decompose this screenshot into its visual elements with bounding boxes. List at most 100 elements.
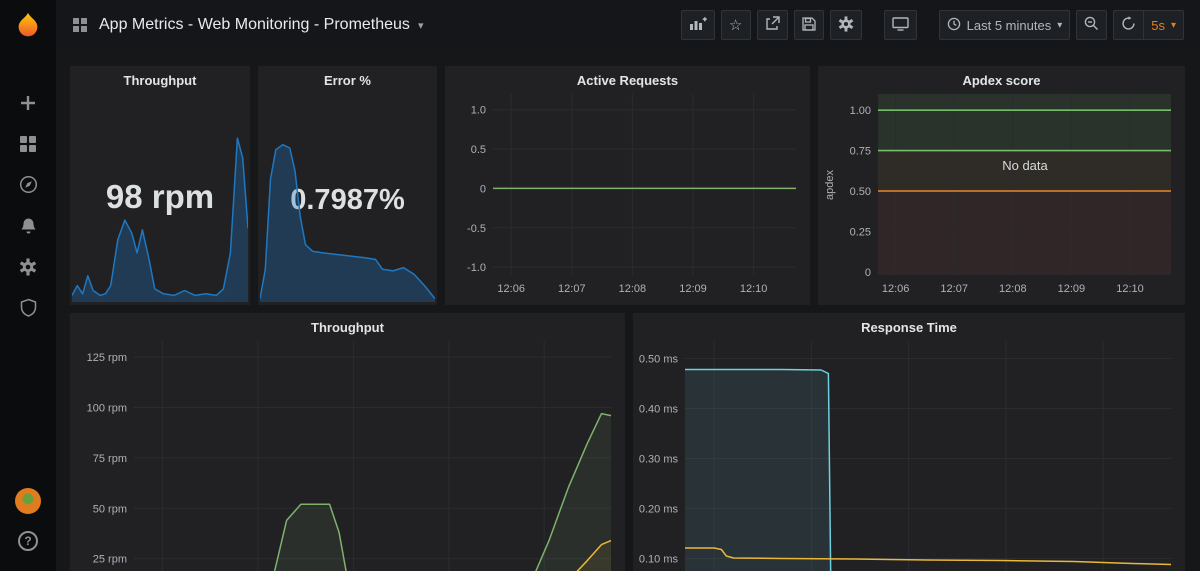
sidebar-item-server-admin[interactable] xyxy=(12,297,44,321)
svg-text:75 rpm: 75 rpm xyxy=(93,453,127,465)
svg-text:12:08: 12:08 xyxy=(999,283,1027,295)
help-button[interactable]: ? xyxy=(12,529,44,553)
panel-error-stat: Error % 0.7987% xyxy=(258,66,437,305)
svg-text:-1.0: -1.0 xyxy=(467,262,486,274)
svg-text:1.00: 1.00 xyxy=(850,105,871,117)
sidebar-menu xyxy=(12,92,44,321)
svg-text:0: 0 xyxy=(480,183,486,195)
sidebar-item-configuration[interactable] xyxy=(12,256,44,280)
grafana-app: ? App Metrics - Web Monitoring - Prometh… xyxy=(0,0,1200,571)
share-icon xyxy=(765,16,780,34)
svg-text:12:10: 12:10 xyxy=(740,283,768,295)
sidebar-item-alerting[interactable] xyxy=(12,215,44,239)
star-icon: ☆ xyxy=(728,16,743,34)
compass-icon xyxy=(19,175,38,197)
dashboard-grid: Throughput 98 rpm Error % 0.7987% Active… xyxy=(56,50,1200,571)
panel-title[interactable]: Response Time xyxy=(633,313,1185,341)
sidebar-bottom: ? xyxy=(12,488,44,571)
star-button[interactable]: ☆ xyxy=(720,10,751,40)
panel-title[interactable]: Error % xyxy=(258,66,437,94)
main-area: App Metrics - Web Monitoring - Prometheu… xyxy=(56,0,1200,571)
user-avatar-button[interactable] xyxy=(12,488,44,514)
svg-text:-0.5: -0.5 xyxy=(467,223,486,235)
refresh-interval-dropdown[interactable]: 5s ▾ xyxy=(1143,10,1184,40)
svg-text:125 rpm: 125 rpm xyxy=(87,352,127,364)
caret-down-icon: ▾ xyxy=(1170,19,1176,31)
panel-response-time: Response Time 0.50 ms 0.40 ms 0.30 ms 0.20 … xyxy=(633,313,1185,571)
grafana-logo[interactable] xyxy=(0,0,56,52)
active-requests-chart[interactable]: 1.0 0.5 0 -0.5 -1.0 12:06 12:07 12:08 12:09 12:10 xyxy=(449,94,806,305)
refresh-button-group: 5s ▾ xyxy=(1113,10,1184,40)
svg-text:0.40 ms: 0.40 ms xyxy=(639,404,679,416)
refresh-interval-label: 5s xyxy=(1151,17,1165,33)
dashboard-title[interactable]: App Metrics - Web Monitoring - Prometheu… xyxy=(99,16,410,34)
panel-title[interactable]: Throughput xyxy=(70,313,625,341)
apdex-chart[interactable]: 1.00 0.75 0.50 0.25 0 12:06 12:07 12:08 12:09 12:… xyxy=(822,94,1181,305)
svg-text:12:09: 12:09 xyxy=(679,283,707,295)
throughput-chart[interactable]: 125 rpm 100 rpm 75 rpm 50 rpm 25 rpm xyxy=(74,341,621,571)
panel-throughput-stat: Throughput 98 rpm xyxy=(70,66,250,305)
svg-text:0: 0 xyxy=(865,267,871,279)
sidebar-item-explore[interactable] xyxy=(12,174,44,198)
cycle-view-mode-button[interactable] xyxy=(883,10,917,40)
question-mark-icon: ? xyxy=(18,531,38,551)
svg-text:12:08: 12:08 xyxy=(619,283,647,295)
caret-down-icon: ▾ xyxy=(1057,19,1063,31)
gear-icon xyxy=(19,258,37,279)
svg-text:12:06: 12:06 xyxy=(497,283,525,295)
svg-text:1.0: 1.0 xyxy=(471,105,486,117)
panel-apdex-score: Apdex score 1.00 0.75 0.50 0.25 0 12:06 12:07 1… xyxy=(818,66,1185,305)
plus-icon xyxy=(19,94,37,115)
svg-text:0.50: 0.50 xyxy=(850,186,871,198)
panel-title[interactable]: Active Requests xyxy=(445,66,810,94)
svg-text:0.25: 0.25 xyxy=(850,226,871,238)
share-button[interactable] xyxy=(756,10,788,40)
refresh-button[interactable] xyxy=(1113,10,1144,40)
time-range-label: Last 5 minutes xyxy=(966,17,1052,33)
svg-text:0.75: 0.75 xyxy=(850,146,871,158)
svg-text:0.30 ms: 0.30 ms xyxy=(639,454,679,466)
svg-text:apdex: apdex xyxy=(824,170,836,200)
bell-icon xyxy=(20,217,37,238)
panel-active-requests: Active Requests 1.0 0.5 0 -0.5 -1.0 12:06 12:0… xyxy=(445,66,810,305)
svg-text:0.50 ms: 0.50 ms xyxy=(639,354,679,366)
dashboards-grid-icon xyxy=(19,135,37,156)
monitor-icon xyxy=(891,16,909,34)
save-icon xyxy=(802,16,816,34)
top-navbar: App Metrics - Web Monitoring - Prometheu… xyxy=(56,0,1200,50)
dashboard-settings-button[interactable] xyxy=(829,10,862,40)
svg-text:0.5: 0.5 xyxy=(471,144,486,156)
add-panel-button[interactable] xyxy=(680,10,715,40)
svg-text:0.10 ms: 0.10 ms xyxy=(639,554,679,566)
panel-title[interactable]: Throughput xyxy=(70,66,250,94)
panel-row-1: Throughput 98 rpm Error % 0.7987% Active… xyxy=(70,66,1185,305)
sidebar-item-dashboards[interactable] xyxy=(12,133,44,157)
svg-text:50 rpm: 50 rpm xyxy=(93,503,127,515)
zoom-out-button[interactable] xyxy=(1076,10,1108,40)
refresh-icon xyxy=(1121,16,1136,34)
time-range-picker[interactable]: Last 5 minutes ▾ xyxy=(938,10,1071,40)
navbar-actions: ☆ Last 5 minutes ▾ 5s ▾ xyxy=(680,10,1184,40)
dashboard-grid-icon[interactable] xyxy=(72,17,88,33)
grafana-flame-icon xyxy=(18,12,38,37)
svg-text:100 rpm: 100 rpm xyxy=(87,403,127,415)
sidebar-item-create[interactable] xyxy=(12,92,44,116)
svg-text:25 rpm: 25 rpm xyxy=(93,554,127,566)
svg-text:12:07: 12:07 xyxy=(940,283,968,295)
panel-title[interactable]: Apdex score xyxy=(818,66,1185,94)
svg-text:12:10: 12:10 xyxy=(1116,283,1144,295)
throughput-sparkline[interactable] xyxy=(72,130,248,302)
clock-icon xyxy=(947,17,961,34)
panel-throughput-graph: Throughput 125 rpm 100 rpm 75 rpm 50 rpm 25 … xyxy=(70,313,625,571)
svg-text:0.20 ms: 0.20 ms xyxy=(639,504,679,516)
response-time-chart[interactable]: 0.50 ms 0.40 ms 0.30 ms 0.20 ms 0.10 ms xyxy=(637,341,1181,571)
svg-text:12:09: 12:09 xyxy=(1058,283,1086,295)
save-button[interactable] xyxy=(793,10,824,40)
svg-text:12:06: 12:06 xyxy=(882,283,910,295)
add-panel-icon xyxy=(689,16,707,34)
svg-text:No data: No data xyxy=(1002,158,1048,173)
error-sparkline[interactable] xyxy=(260,130,435,302)
panel-row-2: Throughput 125 rpm 100 rpm 75 rpm 50 rpm 25 … xyxy=(70,313,1185,571)
sidebar: ? xyxy=(0,0,56,571)
caret-down-icon[interactable]: ▾ xyxy=(418,19,424,32)
